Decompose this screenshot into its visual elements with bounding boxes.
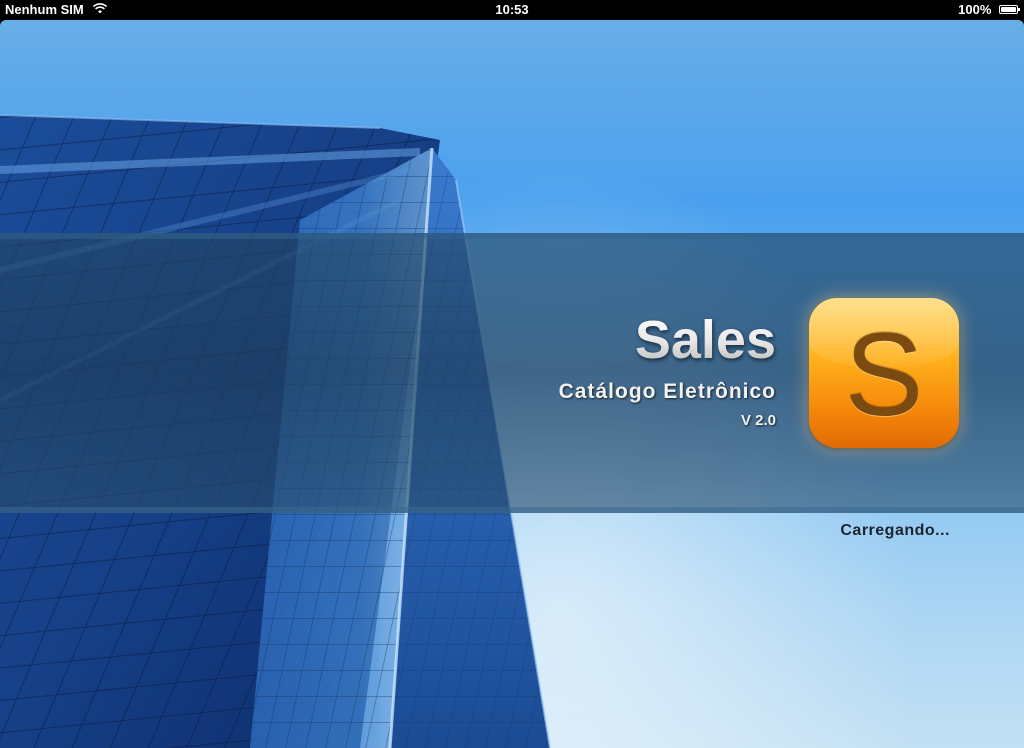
app-subtitle: Catálogo Eletrônico <box>558 380 776 403</box>
app-logo-icon: S <box>809 298 959 448</box>
loading-status: Carregando... <box>840 522 950 539</box>
logo-letter: S <box>844 309 924 441</box>
splash-screen: Sales Catálogo Eletrônico V 2.0 S Carreg… <box>0 20 1024 748</box>
battery-fill <box>1001 7 1016 12</box>
app-version: V 2.0 <box>740 412 776 429</box>
battery-percent: 100% <box>958 2 992 17</box>
status-bar: Nenhum SIM 10:53 100% <box>0 0 1024 20</box>
clock: 10:53 <box>495 2 529 17</box>
app-title: Sales <box>634 310 776 370</box>
battery-icon <box>999 5 1020 14</box>
battery-status: 100% <box>958 0 1020 20</box>
